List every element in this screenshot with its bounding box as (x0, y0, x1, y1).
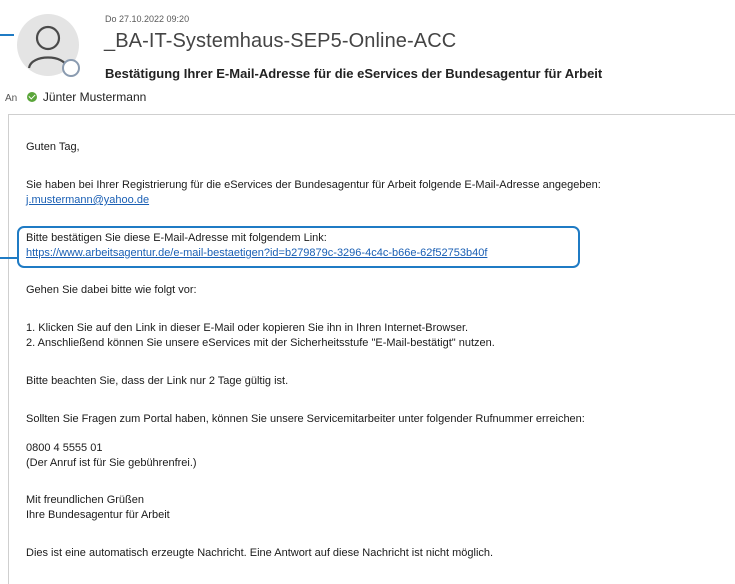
to-label: An (5, 93, 18, 104)
recipient-name[interactable]: Jünter Mustermann (43, 90, 146, 104)
phone-note: (Der Anruf ist für Sie gebührenfrei.) (26, 457, 197, 469)
presence-status-icon (62, 59, 80, 77)
recipient-row: An Jünter Mustermann (5, 90, 146, 104)
email-date: Do 27.10.2022 09:20 (105, 14, 190, 24)
step-1: 1. Klicken Sie auf den Link in dieser E-… (26, 322, 469, 334)
confirm-link[interactable]: https://www.arbeitsagentur.de/e-mail-bes… (26, 247, 487, 259)
email-header: Do 27.10.2022 09:20 _BA-IT-Systemhaus-SE… (0, 0, 735, 110)
closing: Mit freundlichen Grüßen (26, 494, 144, 506)
verified-check-icon (26, 92, 37, 102)
validity-text: Bitte beachten Sie, dass der Link nur 2 … (26, 375, 289, 387)
proceed-text: Gehen Sie dabei bitte wie folgt vor: (26, 284, 197, 296)
sender-name[interactable]: _BA-IT-Systemhaus-SEP5-Online-ACC (104, 30, 456, 53)
phone-number: 0800 4 5555 01 (26, 442, 103, 454)
callout-connector-top (0, 34, 14, 36)
signature: Ihre Bundesagentur für Arbeit (26, 509, 170, 521)
confirm-text: Bitte bestätigen Sie diese E-Mail-Adress… (26, 232, 327, 244)
auto-notice: Dies ist eine automatisch erzeugte Nachr… (26, 547, 494, 559)
callout-connector-link (0, 257, 17, 259)
greeting: Guten Tag, (26, 141, 80, 153)
intro-text: Sie haben bei Ihrer Registrierung für di… (26, 179, 601, 191)
questions-text: Sollten Sie Fragen zum Portal haben, kön… (26, 413, 585, 425)
step-2: 2. Anschließend können Sie unsere eServi… (26, 337, 495, 349)
email-subject: Bestätigung Ihrer E-Mail-Adresse für die… (105, 66, 603, 81)
email-address-link[interactable]: j.mustermann@yahoo.de (26, 194, 149, 206)
